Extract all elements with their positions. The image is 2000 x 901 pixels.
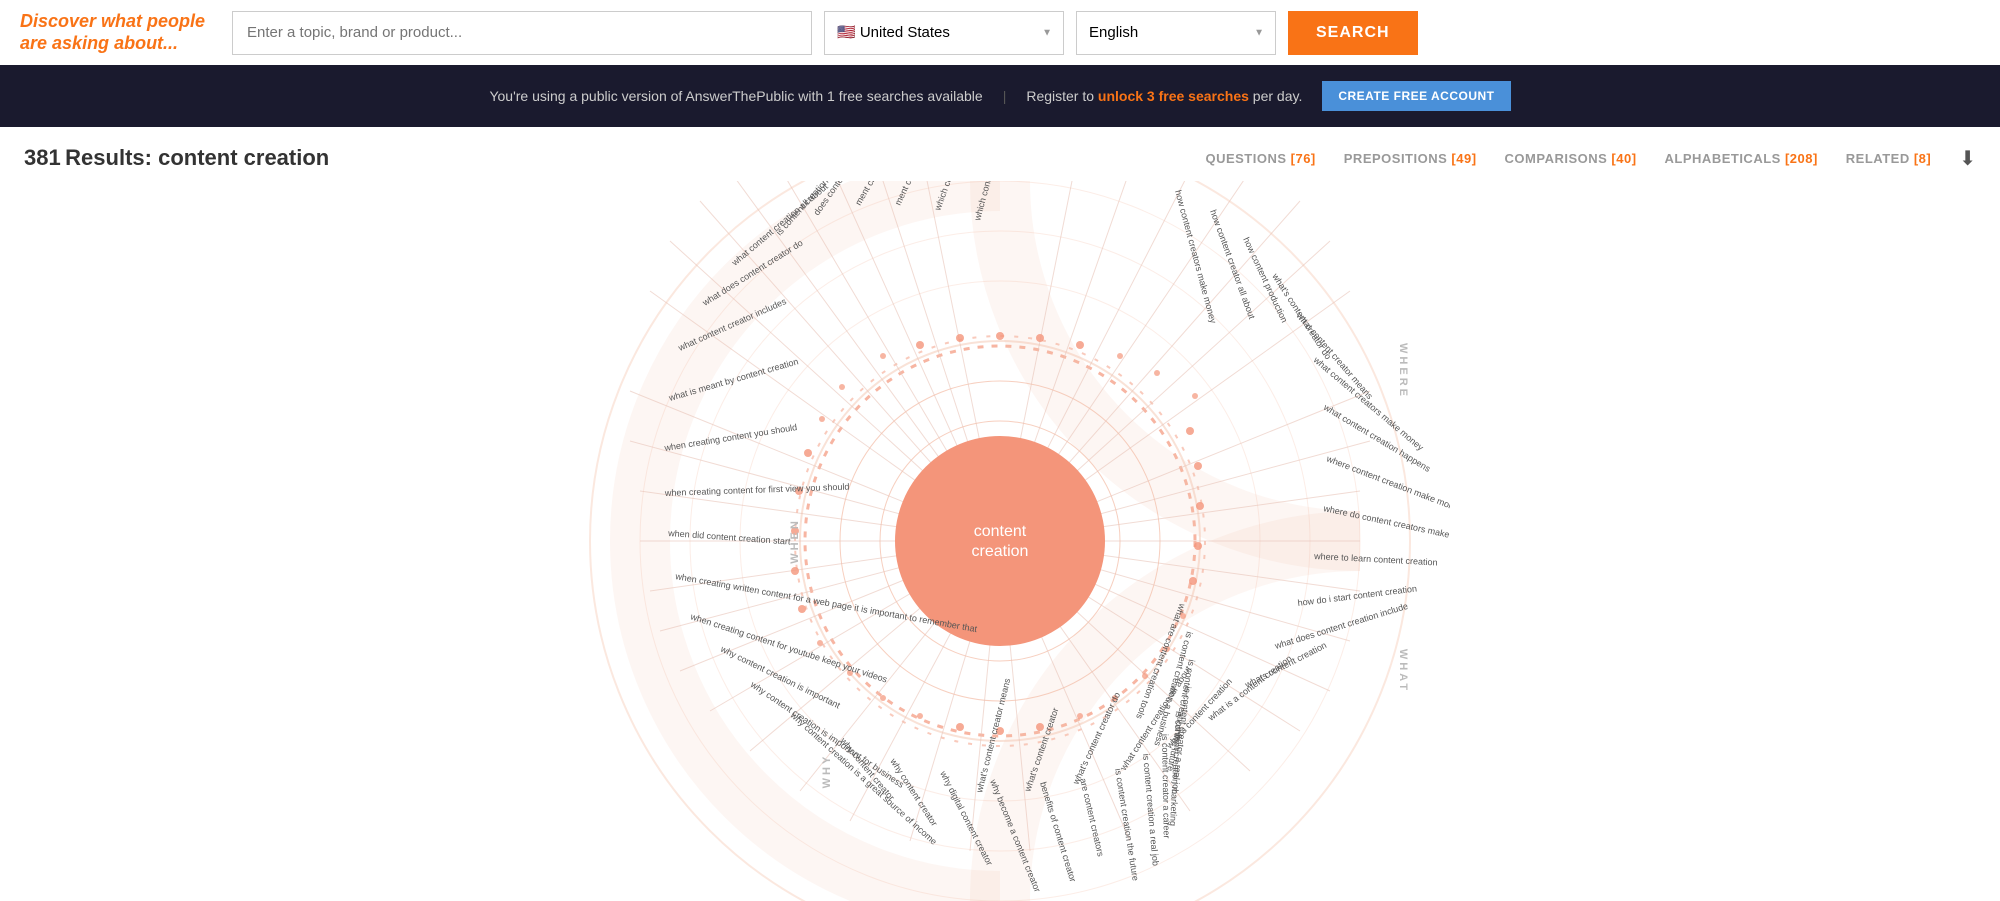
results-label: Results: xyxy=(65,145,158,170)
results-query: content creation xyxy=(158,145,329,170)
svg-text:how content creators make mone: how content creators make money xyxy=(1173,189,1218,325)
svg-text:is content creation a real job: is content creation a real job xyxy=(1141,753,1161,866)
tab-alphabeticals[interactable]: ALPHABETICALS [208] xyxy=(1665,151,1818,166)
language-select[interactable]: English Spanish French German xyxy=(1076,11,1276,55)
svg-text:when did content creation star: when did content creation start xyxy=(667,528,791,547)
results-title: 381 Results: content creation xyxy=(24,145,329,171)
tab-related[interactable]: RELATED [8] xyxy=(1846,151,1931,166)
search-input-wrap[interactable] xyxy=(232,11,812,55)
banner-text: You're using a public version of AnswerT… xyxy=(489,88,982,104)
svg-text:where content creation make mo: where content creation make money xyxy=(1324,453,1450,515)
svg-text:is content creation the future: is content creation the future xyxy=(1113,768,1141,882)
svg-text:WHEN: WHEN xyxy=(789,518,801,564)
language-select-wrapper[interactable]: English Spanish French German xyxy=(1076,11,1276,55)
wheel-svg: content creation xyxy=(550,181,1450,901)
logo-line1: Discover what people are asking about... xyxy=(20,11,220,54)
svg-text:benefits of content creator: benefits of content creator xyxy=(1038,781,1078,883)
search-button[interactable]: SEARCH xyxy=(1288,11,1418,55)
country-select-wrapper[interactable]: 🇺🇸 United States 🇬🇧 United Kingdom 🇨🇦 Ca… xyxy=(824,11,1064,55)
svg-text:WHAT: WHAT xyxy=(1397,649,1409,693)
svg-text:WHY: WHY xyxy=(821,754,833,789)
results-tabs: QUESTIONS [76] PREPOSITIONS [49] COMPARI… xyxy=(1205,146,1976,171)
svg-text:when creating content for firs: when creating content for first view you… xyxy=(664,482,850,498)
svg-text:creation: creation xyxy=(972,543,1029,560)
svg-text:WHERE: WHERE xyxy=(1397,343,1409,399)
logo-highlight: asking xyxy=(52,33,109,53)
unlock-link[interactable]: unlock 3 free searches xyxy=(1098,88,1249,104)
tab-comparisons[interactable]: COMPARISONS [40] xyxy=(1505,151,1637,166)
banner: You're using a public version of AnswerT… xyxy=(0,65,2000,127)
tab-prepositions[interactable]: PREPOSITIONS [49] xyxy=(1344,151,1477,166)
create-account-button[interactable]: CREATE FREE ACCOUNT xyxy=(1322,81,1510,111)
search-input[interactable] xyxy=(232,11,812,55)
country-select[interactable]: 🇺🇸 United States 🇬🇧 United Kingdom 🇨🇦 Ca… xyxy=(824,11,1064,55)
download-icon[interactable]: ⬇ xyxy=(1959,146,1976,171)
svg-text:when creating content for yout: when creating content for youtube keep y… xyxy=(688,611,889,685)
logo: Discover what people are asking about... xyxy=(20,11,220,54)
visualization-area: content creation xyxy=(0,181,2000,901)
svg-text:what content creator means: what content creator means xyxy=(1294,310,1375,402)
svg-text:content: content xyxy=(974,523,1027,540)
svg-text:how content creator all about: how content creator all about xyxy=(1208,208,1257,320)
tab-questions[interactable]: QUESTIONS [76] xyxy=(1205,151,1315,166)
svg-text:are content creators: are content creators xyxy=(1078,777,1106,858)
results-count: 381 xyxy=(24,145,61,170)
header: Discover what people are asking about...… xyxy=(0,0,2000,65)
results-header: 381 Results: content creation QUESTIONS … xyxy=(0,127,2000,181)
banner-divider: | xyxy=(1003,88,1007,104)
svg-text:what does content creation inc: what does content creation include xyxy=(1273,601,1409,651)
wheel-container: content creation xyxy=(550,181,1450,901)
banner-register: Register to unlock 3 free searches per d… xyxy=(1026,88,1302,104)
